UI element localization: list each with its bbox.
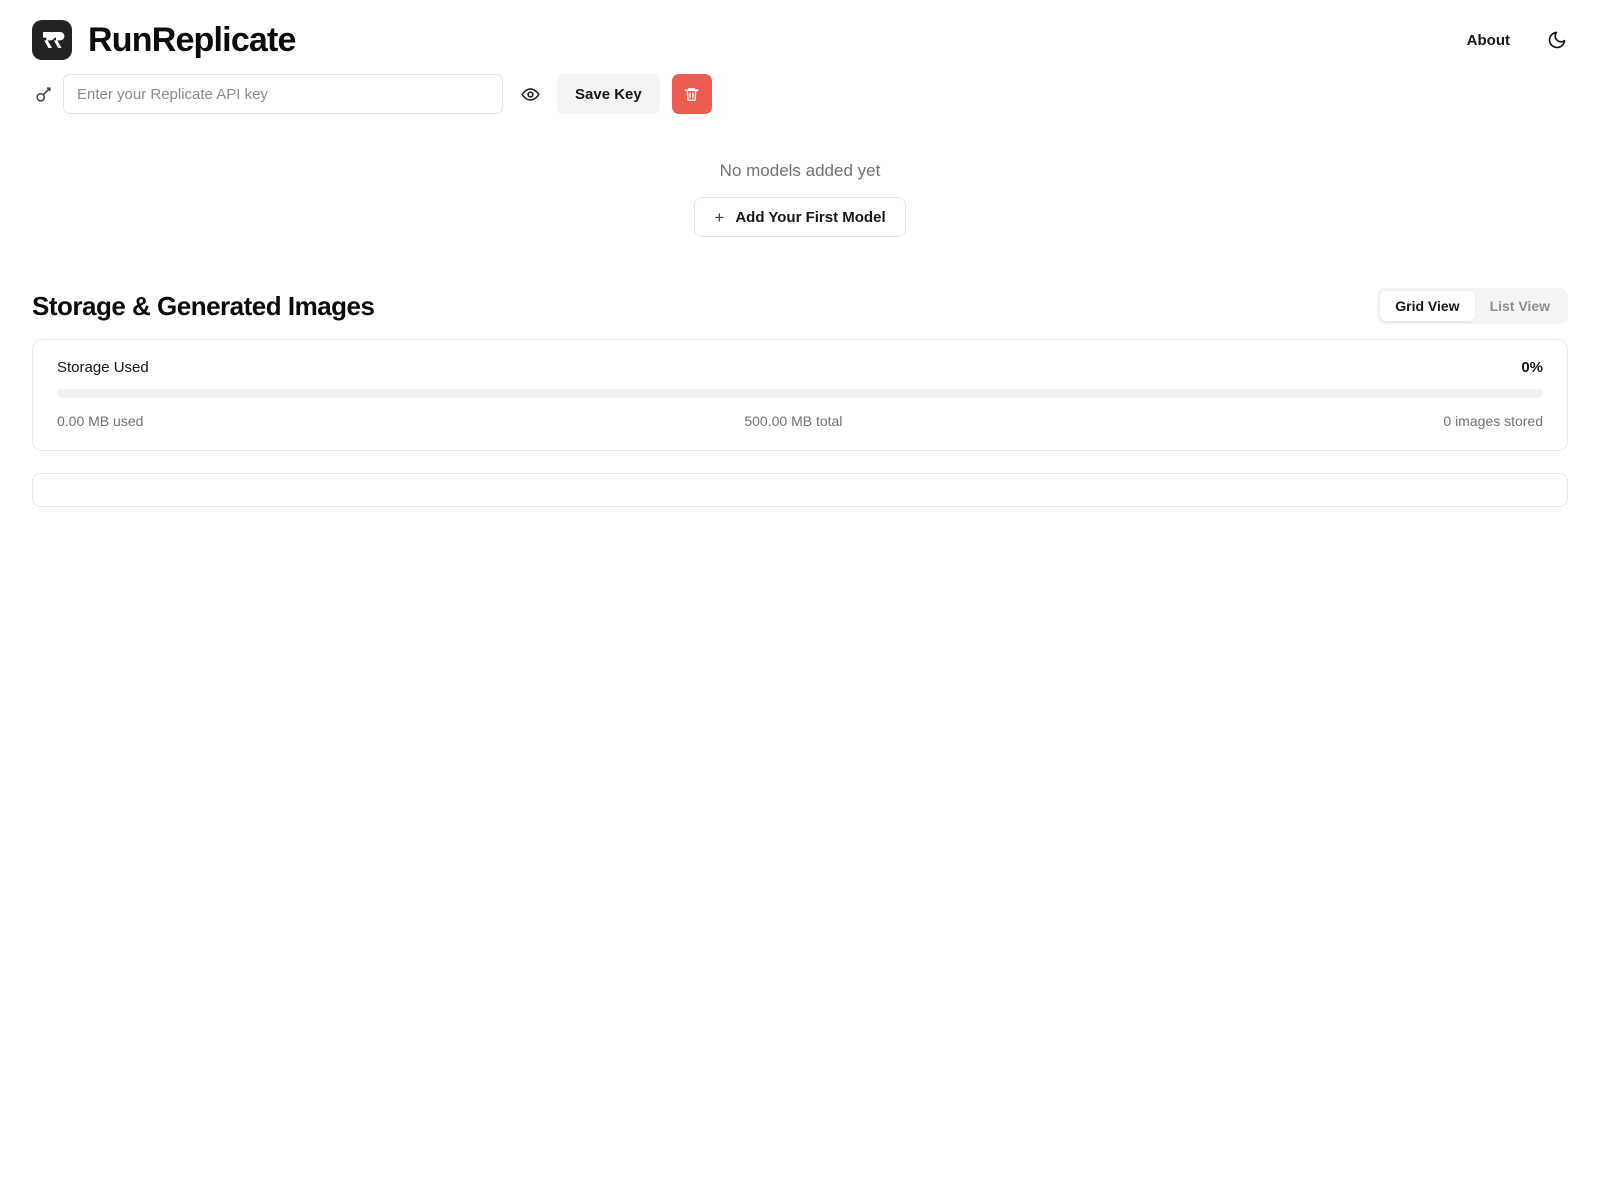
moon-icon[interactable]: [1546, 29, 1568, 51]
storage-images-count: 0 images stored: [1443, 413, 1543, 429]
storage-total-text: 500.00 MB total: [744, 413, 843, 429]
delete-key-button[interactable]: [671, 74, 712, 114]
page-title: Storage & Generated Images: [32, 290, 375, 321]
storage-used-text: 0.00 MB used: [57, 413, 144, 429]
storage-card-meta: 0.00 MB used 500.00 MB total 0 images st…: [57, 413, 1543, 429]
image-gallery-empty: [32, 473, 1568, 507]
tab-list-view[interactable]: List View: [1475, 291, 1565, 321]
models-empty-text: No models added yet: [719, 161, 881, 180]
storage-section: Storage & Generated Images Grid View Lis…: [32, 287, 1568, 507]
about-link[interactable]: About: [1467, 32, 1510, 49]
app-header: RunReplicate About: [32, 0, 1568, 60]
add-first-model-button[interactable]: + Add Your First Model: [694, 197, 906, 237]
api-key-row: Save Key: [32, 74, 1568, 114]
trash-icon: [683, 86, 700, 103]
tab-grid-view[interactable]: Grid View: [1380, 291, 1475, 321]
plus-icon: +: [714, 207, 725, 227]
app-root: RunReplicate About S: [0, 0, 1600, 1200]
storage-card-top: Storage Used 0%: [57, 359, 1543, 376]
storage-used-label: Storage Used: [57, 359, 149, 376]
storage-header: Storage & Generated Images Grid View Lis…: [32, 287, 1568, 325]
storage-progress-bar: [57, 389, 1543, 398]
brand-name: RunReplicate: [88, 21, 296, 59]
storage-usage-card: Storage Used 0% 0.00 MB used 500.00 MB t…: [32, 339, 1568, 451]
view-mode-toggle: Grid View List View: [1377, 288, 1568, 324]
rr-monogram-icon: [32, 20, 72, 60]
save-key-button[interactable]: Save Key: [557, 74, 660, 114]
api-key-input[interactable]: [63, 74, 503, 114]
add-first-model-label: Add Your First Model: [735, 208, 886, 226]
storage-percent-label: 0%: [1521, 359, 1543, 376]
key-icon: [32, 83, 54, 105]
brand: RunReplicate: [32, 20, 296, 60]
header-actions: About: [1467, 29, 1568, 51]
eye-icon[interactable]: [511, 74, 549, 114]
models-empty-state: No models added yet + Add Your First Mod…: [32, 162, 1568, 237]
